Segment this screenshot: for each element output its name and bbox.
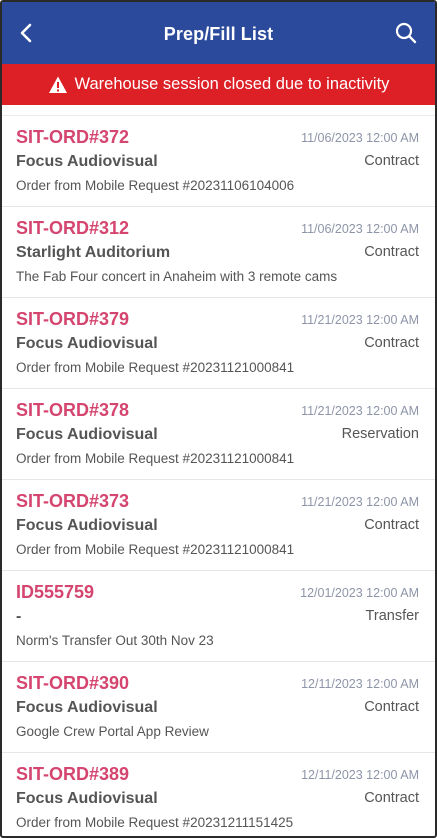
alert-text: Warehouse session closed due to inactivi… xyxy=(74,75,390,93)
customer-name: - xyxy=(16,608,22,625)
order-list-item[interactable]: ID555759 12/01/2023 12:00 AM - Transfer … xyxy=(2,570,435,661)
order-list-item[interactable]: SIT-ORD#389 12/11/2023 12:00 AM Focus Au… xyxy=(2,752,435,836)
app-header: Prep/Fill List xyxy=(2,2,435,64)
order-description: Order from Mobile Request #2023112100084… xyxy=(16,360,295,375)
customer-name: Focus Audiovisual xyxy=(16,426,158,443)
order-description: Order from Mobile Request #2023112100084… xyxy=(16,451,295,466)
order-description: Order from Mobile Request #2023112100084… xyxy=(16,542,295,557)
order-date: 12/01/2023 12:00 AM xyxy=(300,586,419,600)
order-id: SIT-ORD#373 xyxy=(16,491,130,511)
order-id: ID555759 xyxy=(16,582,95,602)
order-description: Order from Mobile Request #2023110610400… xyxy=(16,178,295,193)
order-list: SIT-ORD#372 11/06/2023 12:00 AM Focus Au… xyxy=(2,115,435,836)
order-id: SIT-ORD#390 xyxy=(16,673,130,693)
page-title: Prep/Fill List xyxy=(163,24,274,44)
order-type: Contract xyxy=(364,153,419,169)
order-description: Order from Mobile Request #2023121115142… xyxy=(16,815,294,830)
order-date: 12/11/2023 12:00 AM xyxy=(301,677,419,691)
order-id: SIT-ORD#378 xyxy=(16,400,130,420)
customer-name: Focus Audiovisual xyxy=(16,335,158,352)
order-type: Reservation xyxy=(341,426,419,442)
app-frame: Prep/Fill List Warehouse session closed … xyxy=(0,0,437,838)
order-type: Contract xyxy=(364,244,419,260)
order-description: Norm's Transfer Out 30th Nov 23 xyxy=(16,633,214,648)
order-type: Contract xyxy=(364,335,419,351)
search-button[interactable] xyxy=(389,16,423,50)
order-list-item[interactable]: SIT-ORD#373 11/21/2023 12:00 AM Focus Au… xyxy=(2,479,435,570)
customer-name: Focus Audiovisual xyxy=(16,790,158,807)
order-id: SIT-ORD#379 xyxy=(16,309,130,329)
search-icon xyxy=(395,22,417,44)
order-date: 12/11/2023 12:00 AM xyxy=(301,768,419,782)
order-type: Contract xyxy=(364,517,419,533)
customer-name: Starlight Auditorium xyxy=(16,244,171,261)
order-list-item[interactable]: SIT-ORD#312 11/06/2023 12:00 AM Starligh… xyxy=(2,206,435,297)
order-id: SIT-ORD#372 xyxy=(16,127,130,147)
customer-name: Focus Audiovisual xyxy=(16,517,158,534)
order-description: The Fab Four concert in Anaheim with 3 r… xyxy=(16,269,338,284)
order-description: Google Crew Portal App Review xyxy=(16,724,209,739)
order-list-item[interactable]: SIT-ORD#378 11/21/2023 12:00 AM Focus Au… xyxy=(2,388,435,479)
order-type: Contract xyxy=(364,790,419,806)
session-alert-banner: Warehouse session closed due to inactivi… xyxy=(2,64,435,105)
order-date: 11/21/2023 12:00 AM xyxy=(301,313,419,327)
customer-name: Focus Audiovisual xyxy=(16,699,158,716)
order-type: Contract xyxy=(364,699,419,715)
order-date: 11/21/2023 12:00 AM xyxy=(301,495,419,509)
order-date: 11/21/2023 12:00 AM xyxy=(301,404,419,418)
order-list-item[interactable]: SIT-ORD#372 11/06/2023 12:00 AM Focus Au… xyxy=(2,115,435,206)
order-list-item[interactable]: SIT-ORD#390 12/11/2023 12:00 AM Focus Au… xyxy=(2,661,435,752)
order-id: SIT-ORD#312 xyxy=(16,218,130,238)
customer-name: Focus Audiovisual xyxy=(16,153,158,170)
order-date: 11/06/2023 12:00 AM xyxy=(301,222,419,236)
warning-icon xyxy=(48,76,67,93)
order-id: SIT-ORD#389 xyxy=(16,764,130,784)
order-list-item[interactable]: SIT-ORD#379 11/21/2023 12:00 AM Focus Au… xyxy=(2,297,435,388)
order-date: 11/06/2023 12:00 AM xyxy=(301,131,419,145)
order-type: Transfer xyxy=(365,608,419,624)
